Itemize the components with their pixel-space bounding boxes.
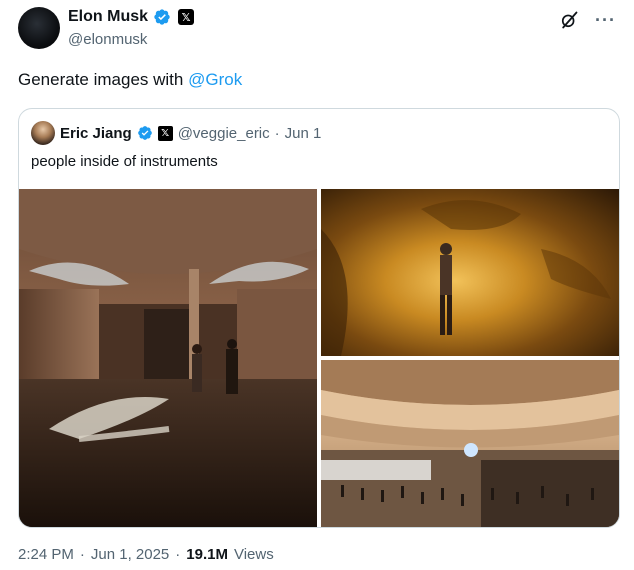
footer-separator: · — [175, 546, 181, 563]
author-name[interactable]: Elon Musk — [68, 8, 148, 26]
quote-header: Eric Jiang 𝕏 @veggie_eric · Jun 1 — [31, 121, 321, 145]
x-affiliate-icon[interactable]: 𝕏 — [178, 9, 195, 25]
quote-separator: · — [274, 124, 280, 142]
quote-author-handle[interactable]: @veggie_eric — [178, 125, 270, 142]
verified-badge-icon[interactable] — [137, 125, 153, 141]
piano-interior-image — [321, 360, 619, 527]
author-row: Elon Musk 𝕏 — [68, 8, 195, 26]
tweet-text-prefix: Generate images with — [18, 70, 189, 89]
media-image-1[interactable] — [19, 189, 317, 527]
quote-author-name[interactable]: Eric Jiang — [60, 125, 132, 142]
top-actions: ··· — [559, 10, 616, 30]
tweet: Elon Musk 𝕏 @elonmusk ··· Generate image… — [0, 0, 634, 570]
views-label: Views — [233, 546, 274, 563]
quote-avatar[interactable] — [31, 121, 55, 145]
quote-date[interactable]: Jun 1 — [285, 125, 322, 142]
views-count[interactable]: 19.1M — [186, 546, 228, 563]
violin-interior-image — [19, 189, 317, 527]
tweet-time[interactable]: 2:24 PM — [18, 546, 74, 563]
footer-separator: · — [79, 546, 85, 563]
media-image-3[interactable] — [321, 360, 619, 527]
verified-badge-icon[interactable] — [153, 8, 171, 26]
author-handle[interactable]: @elonmusk — [68, 31, 147, 48]
tweet-footer: 2:24 PM · Jun 1, 2025 · 19.1M Views — [18, 546, 274, 563]
media-image-2[interactable] — [321, 189, 619, 356]
more-icon[interactable]: ··· — [595, 11, 616, 29]
tweet-text: Generate images with @Grok — [18, 70, 242, 90]
tweet-date[interactable]: Jun 1, 2025 — [91, 546, 169, 563]
media-grid — [19, 189, 619, 527]
mention-link[interactable]: @Grok — [188, 70, 242, 89]
x-affiliate-icon[interactable]: 𝕏 — [157, 125, 173, 141]
quote-text: people inside of instruments — [31, 153, 218, 170]
quoted-tweet[interactable]: Eric Jiang 𝕏 @veggie_eric · Jun 1 people… — [18, 108, 620, 528]
avatar[interactable] — [18, 7, 60, 49]
brass-interior-image — [321, 200, 611, 356]
grok-icon[interactable] — [559, 10, 579, 30]
